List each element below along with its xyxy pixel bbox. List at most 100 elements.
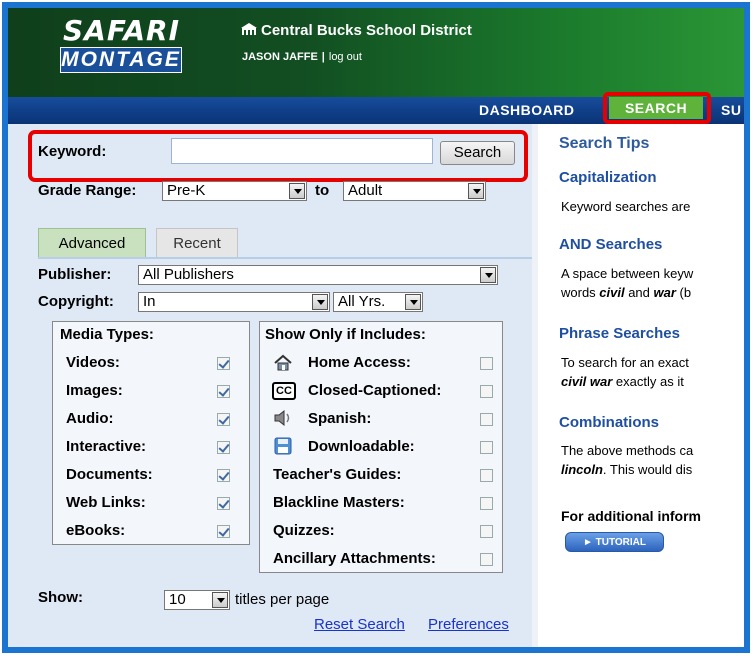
combinations-heading: Combinations — [559, 414, 659, 431]
teachers-guides-checkbox[interactable] — [480, 469, 493, 482]
grade-to-value: Adult — [348, 182, 383, 199]
search-tips-title: Search Tips — [559, 135, 650, 152]
include-label: Quizzes: — [273, 522, 335, 539]
media-type-label: Videos: — [66, 354, 120, 371]
example-term: lincoln — [561, 462, 603, 477]
school-name: Central Bucks School District — [240, 22, 472, 39]
preferences-link[interactable]: Preferences — [428, 616, 509, 633]
additional-info-text: For additional inform — [561, 508, 701, 524]
spanish-checkbox[interactable] — [480, 413, 493, 426]
chevron-down-icon[interactable] — [289, 183, 305, 199]
copyright-years-select[interactable]: All Yrs. — [333, 292, 423, 312]
include-label: Ancillary Attachments: — [273, 550, 436, 567]
montage-logo: MONTAGE — [60, 47, 182, 73]
chevron-down-icon[interactable] — [312, 294, 328, 310]
school-name-text: Central Bucks School District — [261, 22, 472, 39]
images-checkbox[interactable] — [217, 385, 230, 398]
tutorial-button[interactable]: ► TUTORIAL — [565, 532, 664, 552]
text-fragment: (b — [675, 285, 692, 300]
grade-from-value: Pre-K — [167, 182, 206, 199]
quizzes-checkbox[interactable] — [480, 525, 493, 538]
phrase-searches-text-2: civil war exactly as it — [561, 372, 744, 391]
home-icon — [274, 354, 292, 371]
media-type-label: Interactive: — [66, 438, 147, 455]
media-type-label: eBooks: — [66, 522, 126, 539]
grade-to-label: to — [315, 182, 330, 199]
include-label: Blackline Masters: — [273, 494, 405, 511]
keyword-label: Keyword: — [38, 143, 107, 160]
per-page-suffix: titles per page — [235, 591, 330, 608]
per-page-value: 10 — [169, 591, 186, 608]
web-links-checkbox[interactable] — [217, 497, 230, 510]
capitalization-heading: Capitalization — [559, 169, 657, 186]
per-page-select[interactable]: 10 — [164, 590, 230, 610]
publisher-label: Publisher: — [38, 266, 112, 283]
text-fragment: and — [624, 285, 654, 300]
phrase-searches-heading: Phrase Searches — [559, 325, 680, 342]
and-searches-text-2: words civil and war (b — [561, 283, 744, 302]
include-label: Teacher's Guides: — [273, 466, 402, 483]
tab-advanced[interactable]: Advanced — [38, 228, 146, 258]
includes-title: Show Only if Includes: — [265, 326, 426, 343]
closed-captioned-checkbox[interactable] — [480, 385, 493, 398]
home-access-checkbox[interactable] — [480, 357, 493, 370]
separator: | — [321, 51, 325, 63]
show-label: Show: — [38, 589, 83, 606]
media-types-title: Media Types: — [60, 326, 154, 343]
example-term: civil — [599, 285, 625, 300]
downloadable-checkbox[interactable] — [480, 441, 493, 454]
chevron-down-icon[interactable] — [405, 294, 421, 310]
reset-search-link[interactable]: Reset Search — [314, 616, 405, 633]
include-label: Spanish: — [308, 410, 372, 427]
logout-link[interactable]: log out — [329, 51, 362, 63]
nav-more[interactable]: SU — [721, 97, 741, 124]
media-type-label: Images: — [66, 382, 123, 399]
include-label: Downloadable: — [308, 438, 415, 455]
speaker-icon — [274, 409, 290, 427]
copyright-mode-value: In — [143, 293, 156, 310]
publisher-value: All Publishers — [143, 266, 234, 283]
copyright-mode-select[interactable]: In — [138, 292, 330, 312]
copyright-label: Copyright: — [38, 293, 114, 310]
and-searches-text-1: A space between keyw — [561, 266, 694, 281]
chevron-down-icon[interactable] — [468, 183, 484, 199]
user-name: JASON JAFFE — [242, 51, 318, 63]
tab-recent[interactable]: Recent — [156, 228, 238, 258]
school-building-icon — [241, 23, 257, 35]
grade-from-select[interactable]: Pre-K — [162, 181, 307, 201]
copyright-years-value: All Yrs. — [338, 293, 386, 310]
media-type-label: Audio: — [66, 410, 114, 427]
ebooks-checkbox[interactable] — [217, 525, 230, 538]
cc-icon: CC — [272, 382, 296, 400]
videos-checkbox[interactable] — [217, 357, 230, 370]
chevron-down-icon[interactable] — [480, 267, 496, 283]
search-button[interactable]: Search — [440, 141, 515, 165]
interactive-checkbox[interactable] — [217, 441, 230, 454]
media-type-label: Web Links: — [66, 494, 146, 511]
audio-checkbox[interactable] — [217, 413, 230, 426]
text-fragment: . This would dis — [602, 462, 693, 477]
include-label: Home Access: — [308, 354, 411, 371]
grade-to-select[interactable]: Adult — [343, 181, 486, 201]
capitalization-text: Keyword searches are — [561, 199, 691, 214]
example-term: civil war — [561, 374, 613, 389]
publisher-select[interactable]: All Publishers — [138, 265, 498, 285]
grade-range-label: Grade Range: — [38, 182, 137, 199]
search-tab-highlight — [603, 92, 711, 124]
ancillary-attachments-checkbox[interactable] — [480, 553, 493, 566]
documents-checkbox[interactable] — [217, 469, 230, 482]
user-info: JASON JAFFE | log out — [242, 51, 362, 63]
example-term: war — [653, 285, 676, 300]
include-label: Closed-Captioned: — [308, 382, 442, 399]
chevron-down-icon[interactable] — [212, 592, 228, 608]
and-searches-heading: AND Searches — [559, 236, 663, 253]
text-fragment: exactly as it — [612, 374, 684, 389]
combinations-text-1: The above methods ca — [561, 443, 694, 458]
keyword-input[interactable] — [171, 138, 433, 164]
media-type-label: Documents: — [66, 466, 153, 483]
floppy-disk-icon — [274, 437, 292, 455]
nav-dashboard[interactable]: DASHBOARD — [479, 97, 575, 124]
blackline-masters-checkbox[interactable] — [480, 497, 493, 510]
tab-divider — [38, 257, 532, 259]
safari-logo[interactable]: SAFARI — [63, 14, 180, 47]
